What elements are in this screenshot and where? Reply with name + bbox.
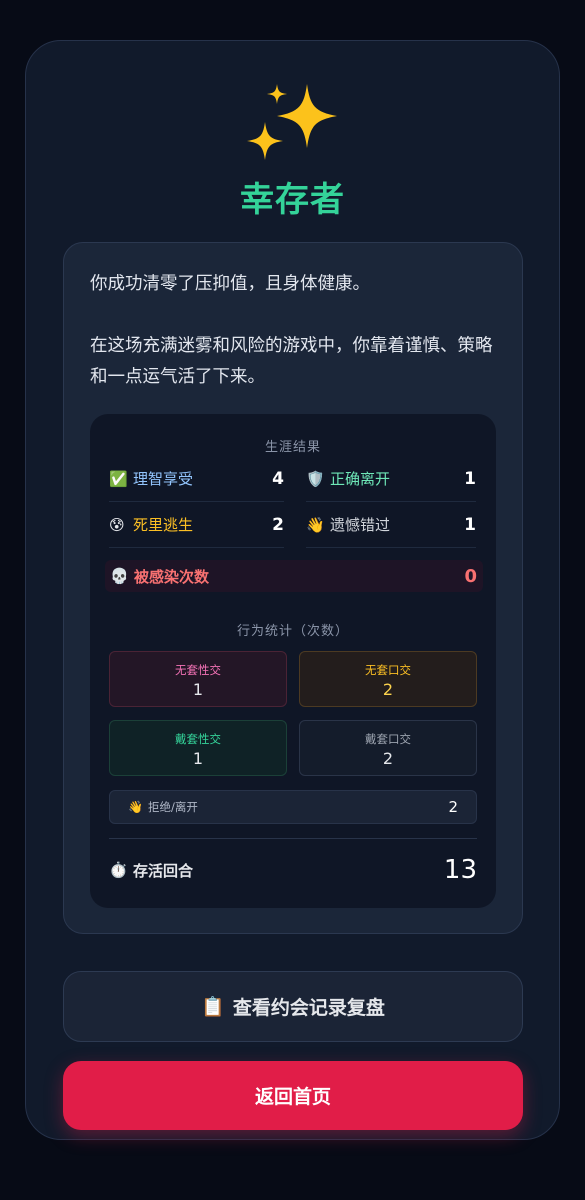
stat-label: 遗憾错过: [330, 516, 391, 534]
result-story: 在这场充满迷雾和风险的游戏中，你靠着谨慎、策略和一点运气活了下来。: [90, 336, 493, 387]
survival-value: 13: [443, 855, 477, 885]
sparkles-icon: [247, 84, 337, 160]
career-stats-panel: 生涯结果 ✅ 理智享受 4 🛡️ 正确离开 1 😰 死里逃生 2 👋 遗憾错过 …: [90, 414, 496, 908]
stat-label: 理智享受: [133, 470, 194, 488]
stopwatch-icon: ⏱️: [109, 861, 128, 879]
back-home-button[interactable]: 返回首页: [63, 1061, 523, 1130]
stat-infected: 💀 被感染次数 0: [105, 560, 483, 592]
behavior-reject-leave: 👋 拒绝/离开 2: [109, 790, 477, 824]
stat-value: 4: [272, 468, 284, 489]
stat-label: 死里逃生: [133, 516, 194, 534]
shield-icon: 🛡️: [306, 469, 325, 488]
survival-label: 存活回合: [133, 861, 194, 880]
divider: [109, 838, 477, 839]
behavior-value: 2: [448, 798, 458, 816]
result-message: 你成功清零了压抑值，且身体健康。: [90, 274, 370, 294]
career-title: 生涯结果: [264, 440, 321, 455]
waving-hand-icon: 👋: [306, 515, 325, 534]
stat-correct-leave: 🛡️ 正确离开 1: [306, 456, 476, 502]
review-dates-label: 查看约会记录复盘: [232, 997, 385, 1019]
behavior-unprotected-oral: 无套口交 2: [299, 651, 477, 707]
behavior-value: 1: [192, 680, 204, 699]
behavior-unprotected-sex: 无套性交 1: [109, 651, 287, 707]
behavior-value: 1: [192, 749, 204, 768]
behavior-value: 2: [382, 680, 394, 699]
behavior-label: 无套性交: [175, 663, 221, 677]
stat-value: 2: [272, 514, 284, 535]
behavior-title: 行为统计（次数）: [236, 624, 349, 639]
stat-value: 0: [464, 565, 477, 587]
stat-label: 被感染次数: [134, 567, 210, 586]
behavior-label: 拒绝/离开: [148, 800, 198, 814]
behavior-protected-sex: 戴套性交 1: [109, 720, 287, 776]
check-icon: ✅: [109, 469, 128, 488]
behavior-protected-oral: 戴套口交 2: [299, 720, 477, 776]
behavior-value: 2: [382, 749, 394, 768]
survival-rounds: ⏱️ 存活回合 13: [109, 850, 477, 890]
result-title: 幸存者: [240, 180, 345, 220]
behavior-label: 戴套口交: [365, 732, 411, 746]
behavior-label: 戴套性交: [175, 732, 221, 746]
stat-value: 1: [464, 468, 476, 489]
stat-narrow-escape: 😰 死里逃生 2: [109, 502, 284, 548]
skull-icon: 💀: [110, 567, 129, 585]
stat-label: 正确离开: [330, 470, 391, 488]
waving-hand-icon: 👋: [128, 800, 143, 814]
behavior-label: 无套口交: [365, 663, 411, 677]
stat-missed: 👋 遗憾错过 1: [306, 502, 476, 548]
stat-value: 1: [464, 514, 476, 535]
review-dates-button[interactable]: 📋 查看约会记录复盘: [63, 971, 523, 1042]
clipboard-icon: 📋: [201, 996, 225, 1018]
stat-rational-enjoy: ✅ 理智享受 4: [109, 456, 284, 502]
anxious-face-icon: 😰: [109, 515, 125, 534]
